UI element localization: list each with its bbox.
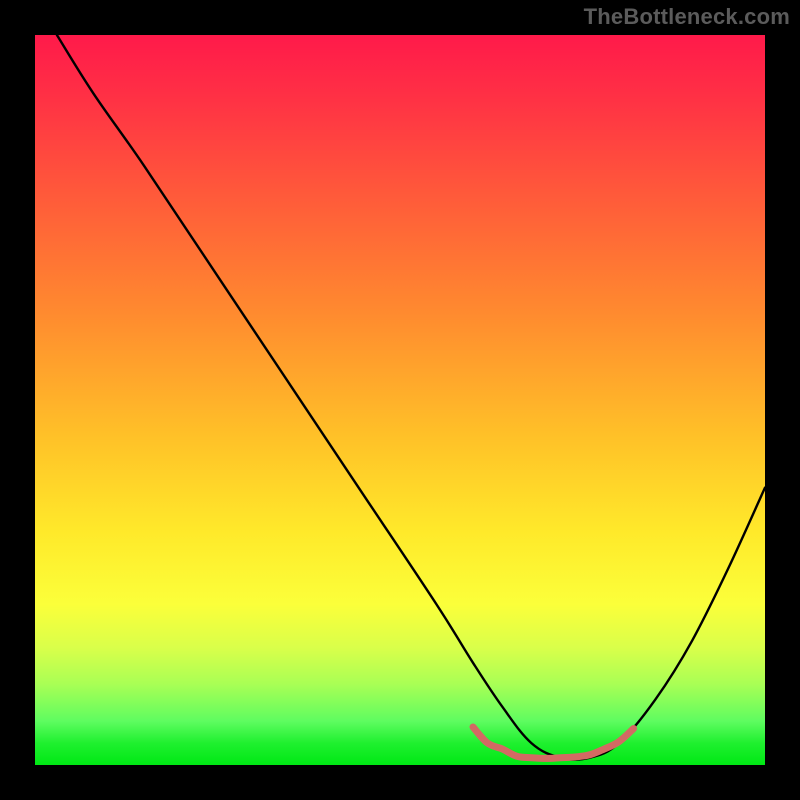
optimal-range-marker xyxy=(473,727,634,758)
bottleneck-curve xyxy=(57,35,765,760)
watermark-text: TheBottleneck.com xyxy=(584,4,790,30)
plot-area xyxy=(35,35,765,765)
chart-frame: TheBottleneck.com xyxy=(0,0,800,800)
curve-layer xyxy=(35,35,765,765)
